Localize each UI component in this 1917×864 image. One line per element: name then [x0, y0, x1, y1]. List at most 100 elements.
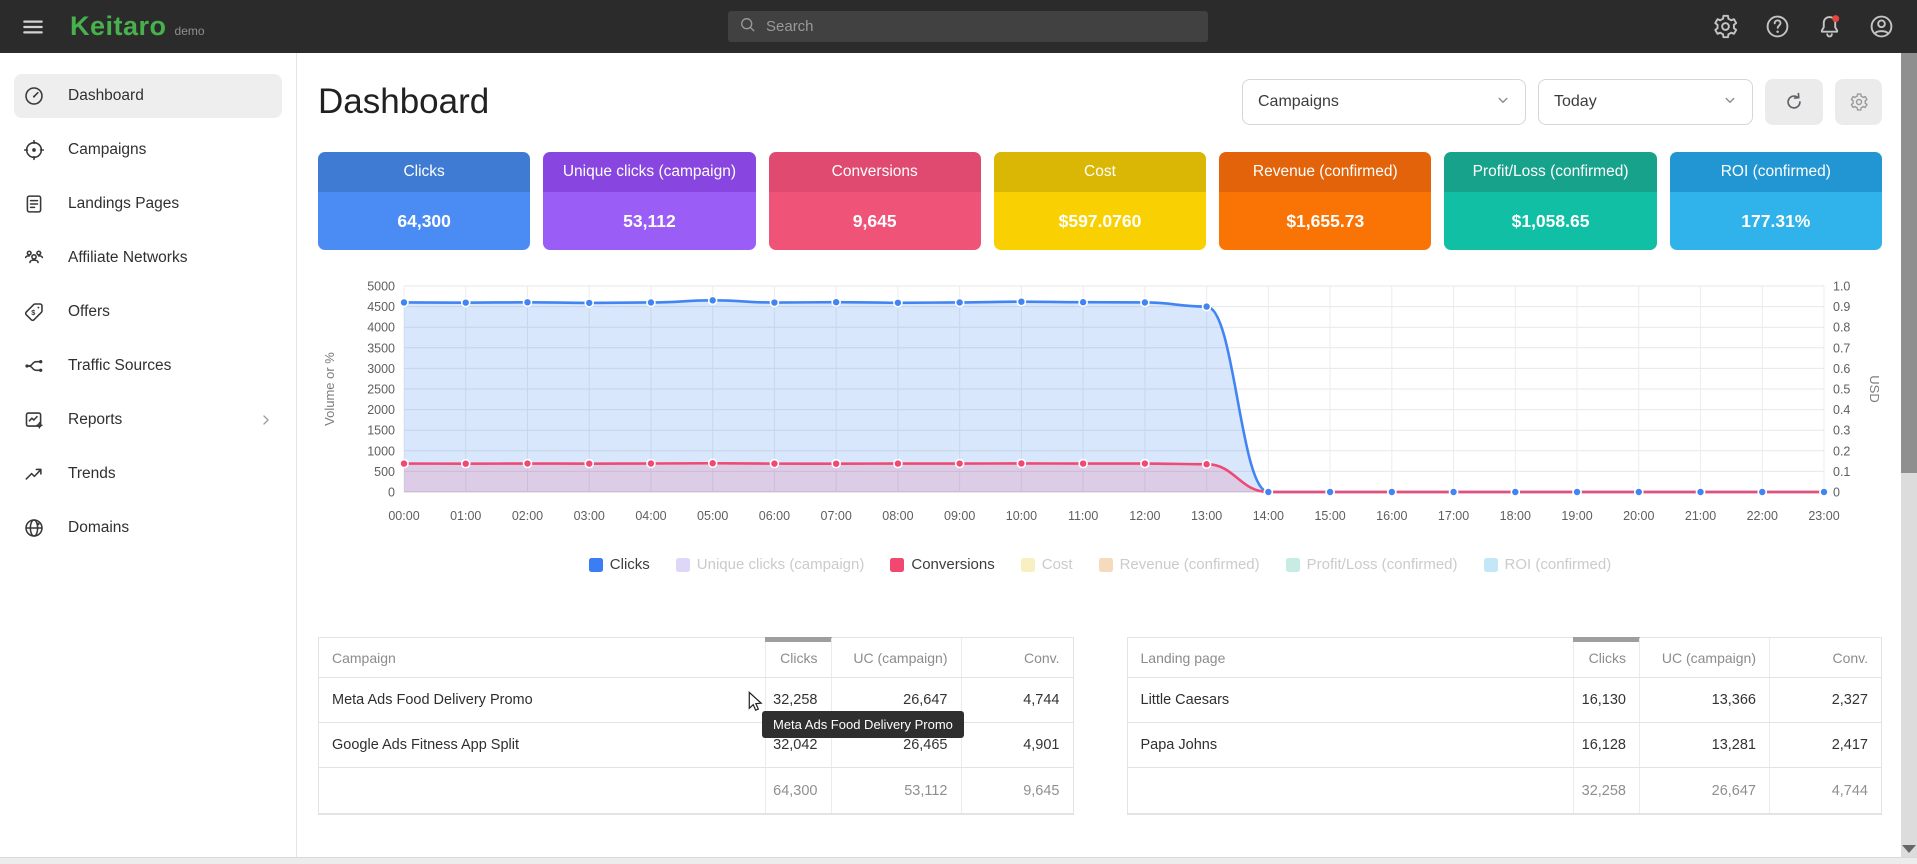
svg-text:01:00: 01:00 — [450, 509, 481, 523]
column-header-clicks[interactable]: Clicks — [765, 638, 831, 677]
legend-item-unique-clicks-campaign-[interactable]: Unique clicks (campaign) — [676, 556, 865, 573]
stat-card-profit-loss-confirmed-[interactable]: Profit/Loss (confirmed)$1,058.65 — [1444, 152, 1656, 250]
row-name-cell[interactable]: Papa Johns — [1128, 723, 1574, 767]
sidebar-item-landings-pages[interactable]: Landings Pages — [14, 182, 282, 226]
brand-name: Keitaro — [70, 11, 167, 42]
column-header-clicks[interactable]: Clicks — [1573, 638, 1639, 677]
row-name-cell[interactable]: Google Ads Fitness App Split — [319, 723, 765, 767]
stat-card-roi-confirmed-[interactable]: ROI (confirmed)177.31% — [1670, 152, 1882, 250]
legend-label: Unique clicks (campaign) — [697, 556, 865, 573]
svg-text:1.0: 1.0 — [1833, 280, 1850, 294]
legend-swatch — [890, 558, 904, 572]
sidebar-item-offers[interactable]: $ Offers — [14, 290, 282, 334]
legend-item-conversions[interactable]: Conversions — [890, 556, 994, 573]
svg-text:09:00: 09:00 — [944, 509, 975, 523]
stat-card-clicks[interactable]: Clicks64,300 — [318, 152, 530, 250]
stat-label: Profit/Loss (confirmed) — [1444, 152, 1656, 192]
daterange-select-value: Today — [1554, 93, 1597, 111]
refresh-button[interactable] — [1765, 79, 1823, 125]
legend-label: Conversions — [911, 556, 994, 573]
search-box[interactable] — [728, 11, 1208, 42]
svg-text:19:00: 19:00 — [1561, 509, 1592, 523]
svg-text:0.5: 0.5 — [1833, 383, 1850, 397]
svg-text:1500: 1500 — [367, 424, 395, 438]
legend-swatch — [589, 558, 603, 572]
dashboard-icon — [23, 85, 45, 107]
svg-text:Volume or %: Volume or % — [322, 352, 337, 426]
stat-card-revenue-confirmed-[interactable]: Revenue (confirmed)$1,655.73 — [1219, 152, 1431, 250]
svg-text:USD: USD — [1867, 375, 1882, 402]
svg-text:17:00: 17:00 — [1438, 509, 1469, 523]
vertical-scrollbar[interactable] — [1901, 53, 1917, 857]
chevron-down-icon — [1721, 91, 1739, 114]
svg-text:0.4: 0.4 — [1833, 403, 1850, 417]
row-value-cell: 4,901 — [961, 723, 1073, 767]
sidebar-item-label: Offers — [68, 303, 110, 321]
row-name-cell[interactable]: Little Caesars — [1128, 678, 1574, 722]
mouse-cursor — [744, 690, 766, 717]
stat-label: Revenue (confirmed) — [1219, 152, 1431, 192]
stat-card-conversions[interactable]: Conversions9,645 — [769, 152, 981, 250]
scroll-down-arrow[interactable] — [1902, 845, 1916, 853]
svg-text:18:00: 18:00 — [1500, 509, 1531, 523]
column-header-uc-campaign-[interactable]: UC (campaign) — [1639, 638, 1769, 677]
account-icon[interactable] — [1868, 13, 1895, 40]
sidebar-item-affiliate-networks[interactable]: Affiliate Networks — [14, 236, 282, 280]
app-logo[interactable]: Keitaro demo — [70, 11, 205, 42]
legend-item-profit-loss-confirmed-[interactable]: Profit/Loss (confirmed) — [1286, 556, 1458, 573]
stat-card-cost[interactable]: Cost$597.0760 — [994, 152, 1206, 250]
sidebar-item-traffic-sources[interactable]: Traffic Sources — [14, 344, 282, 388]
daterange-select[interactable]: Today — [1538, 79, 1753, 125]
settings-icon[interactable] — [1712, 13, 1739, 40]
notifications-icon[interactable] — [1816, 13, 1843, 40]
row-name-cell[interactable]: Meta Ads Food Delivery Promo — [319, 678, 765, 722]
legend-item-clicks[interactable]: Clicks — [589, 556, 650, 573]
sidebar-item-campaigns[interactable]: Campaigns — [14, 128, 282, 172]
menu-icon[interactable] — [18, 12, 48, 42]
sidebar-item-domains[interactable]: Domains — [14, 506, 282, 550]
grouping-select[interactable]: Campaigns — [1242, 79, 1526, 125]
reports-icon — [23, 409, 45, 431]
svg-text:0.6: 0.6 — [1833, 362, 1850, 376]
column-header-campaign[interactable]: Campaign — [319, 638, 765, 677]
sidebar-item-dashboard[interactable]: Dashboard — [14, 74, 282, 118]
svg-text:0.2: 0.2 — [1833, 444, 1850, 458]
horizontal-scrollbar[interactable] — [0, 857, 1917, 864]
chart-area: 005000.110000.215000.320000.425000.53000… — [318, 272, 1882, 530]
sidebar-item-reports[interactable]: Reports — [14, 398, 282, 442]
totals-value-cell: 32,258 — [1573, 768, 1639, 813]
svg-text:2000: 2000 — [367, 403, 395, 417]
svg-text:15:00: 15:00 — [1314, 509, 1345, 523]
trends-icon — [23, 463, 45, 485]
svg-text:0.9: 0.9 — [1833, 300, 1850, 314]
help-icon[interactable] — [1764, 13, 1791, 40]
svg-text:0.3: 0.3 — [1833, 424, 1850, 438]
legend-swatch — [1286, 558, 1300, 572]
legend-item-revenue-confirmed-[interactable]: Revenue (confirmed) — [1099, 556, 1260, 573]
row-value-cell: 2,327 — [1769, 678, 1881, 722]
search-input[interactable] — [766, 18, 1198, 35]
legend-item-cost[interactable]: Cost — [1021, 556, 1073, 573]
legend-item-roi-confirmed-[interactable]: ROI (confirmed) — [1484, 556, 1612, 573]
column-header-landing-page[interactable]: Landing page — [1128, 638, 1574, 677]
table-header-row: Landing pageClicksUC (campaign)Conv. — [1128, 638, 1882, 678]
legend-label: Clicks — [610, 556, 650, 573]
dashboard-settings-button[interactable] — [1835, 79, 1882, 125]
scrollbar-thumb[interactable] — [1901, 53, 1917, 473]
legend-swatch — [1021, 558, 1035, 572]
table-row: Papa Johns16,12813,2812,417 — [1128, 723, 1882, 768]
table-totals-row: 32,25826,6474,744 — [1128, 768, 1882, 814]
column-header-conv-[interactable]: Conv. — [1769, 638, 1881, 677]
totals-value-cell: 53,112 — [831, 768, 961, 813]
column-header-uc-campaign-[interactable]: UC (campaign) — [831, 638, 961, 677]
svg-text:0.8: 0.8 — [1833, 321, 1850, 335]
sidebar-item-label: Campaigns — [68, 141, 146, 159]
svg-text:$: $ — [31, 308, 35, 317]
sidebar-item-label: Reports — [68, 411, 122, 429]
main-content: Dashboard Campaigns Today Clicks64,300Un… — [297, 53, 1917, 857]
sidebar-item-trends[interactable]: Trends — [14, 452, 282, 496]
column-header-conv-[interactable]: Conv. — [961, 638, 1073, 677]
stat-card-unique-clicks-campaign-[interactable]: Unique clicks (campaign)53,112 — [543, 152, 755, 250]
legend-label: Revenue (confirmed) — [1120, 556, 1260, 573]
stat-value: $1,058.65 — [1444, 192, 1656, 250]
